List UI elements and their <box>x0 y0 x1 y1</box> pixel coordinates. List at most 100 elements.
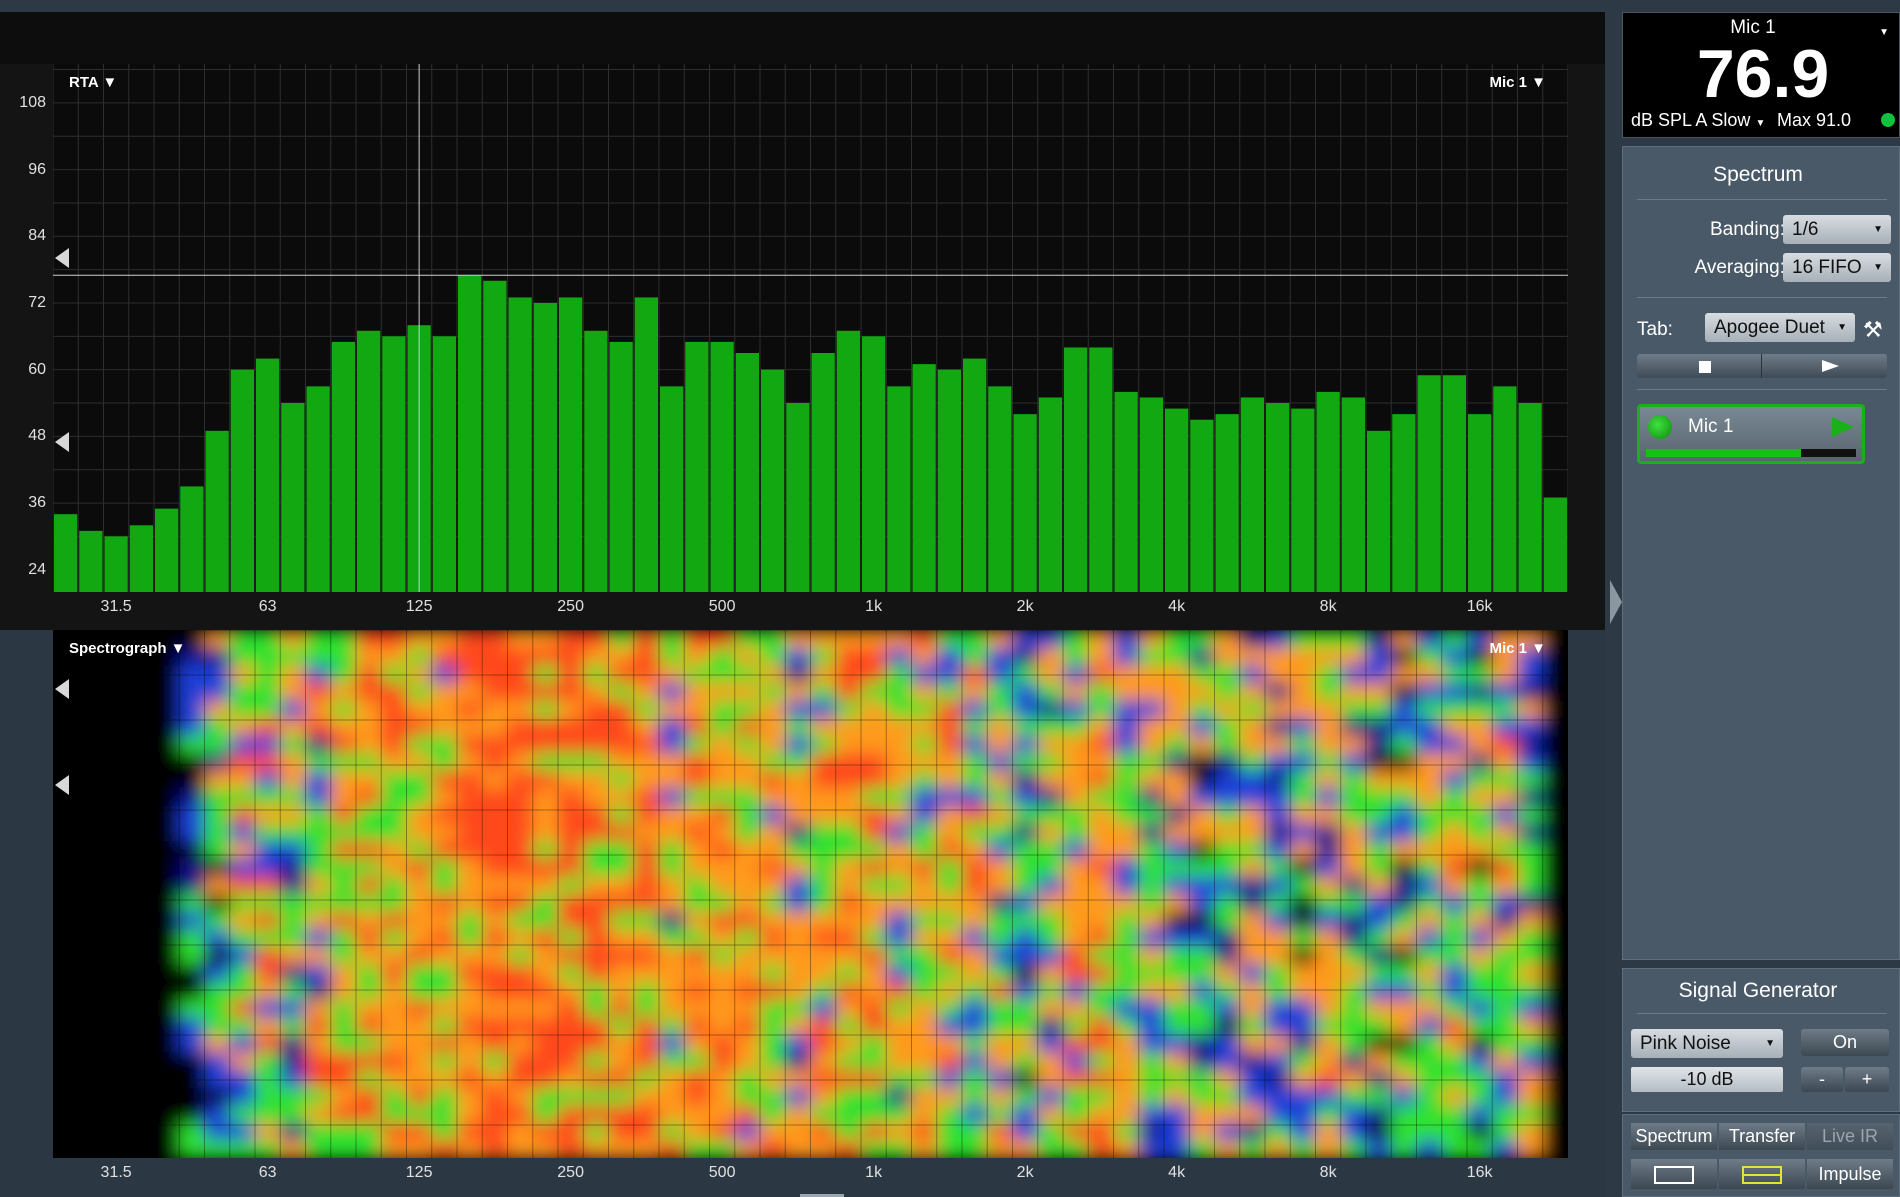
layout-split-button[interactable] <box>1719 1159 1805 1189</box>
heat-cell <box>103 982 130 1001</box>
heat-cell <box>330 999 357 1019</box>
signal-level-field[interactable]: -10 dB <box>1631 1067 1783 1092</box>
heat-cell <box>1088 682 1115 702</box>
rta-bar <box>230 369 254 592</box>
heat-cell <box>1366 788 1393 807</box>
stop-icon[interactable] <box>1699 361 1711 373</box>
heat-cell <box>810 806 837 825</box>
tools-icon[interactable]: ⚒ <box>1863 317 1883 343</box>
heat-cell <box>962 735 989 755</box>
heat-cell <box>936 1034 963 1054</box>
heat-cell <box>482 823 509 843</box>
heat-cell <box>1265 841 1292 860</box>
tab-transfer[interactable]: Transfer <box>1719 1123 1805 1150</box>
rta-title[interactable]: RTA ▼ <box>69 74 117 91</box>
heat-cell <box>1391 806 1418 825</box>
layout-single-button[interactable] <box>1631 1159 1717 1189</box>
heat-cell <box>659 788 686 807</box>
heat-cell <box>532 894 559 913</box>
play-icon[interactable] <box>1822 360 1839 372</box>
heat-cell <box>1189 1017 1216 1036</box>
heat-cell <box>1164 1140 1191 1158</box>
mic-channel-card[interactable]: Mic 1 <box>1637 404 1865 464</box>
rta-lower-marker-handle[interactable] <box>55 432 69 452</box>
heat-cell <box>532 1017 559 1036</box>
rta-upper-marker-handle[interactable] <box>55 248 69 268</box>
signal-type-select[interactable]: Pink Noise ▼ <box>1631 1029 1783 1058</box>
heat-cell <box>583 718 610 737</box>
spectrograph-lower-marker-handle[interactable] <box>55 775 69 795</box>
heat-cell <box>911 1034 938 1054</box>
heat-cell <box>532 841 559 860</box>
heat-cell <box>1315 1052 1342 1071</box>
heat-cell <box>1138 700 1165 719</box>
heat-cell <box>381 718 408 737</box>
heat-cell <box>431 982 458 1001</box>
heat-cell <box>1441 982 1468 1001</box>
signal-on-button[interactable]: On <box>1801 1029 1889 1056</box>
heat-cell <box>457 1087 484 1107</box>
heat-cell <box>1467 946 1494 966</box>
heat-cell <box>1315 876 1342 895</box>
heat-cell <box>659 718 686 737</box>
heat-cell <box>1164 911 1191 931</box>
heat-cell <box>633 841 660 860</box>
expand-panel-arrow-icon[interactable] <box>1610 580 1622 624</box>
tab-impulse[interactable]: Impulse <box>1807 1159 1893 1189</box>
x-tick-label: 2k <box>1016 598 1034 615</box>
play-arrow-icon[interactable] <box>1832 417 1854 437</box>
heat-cell <box>1164 788 1191 807</box>
heat-cell <box>431 946 458 966</box>
rta-plot-area[interactable]: RTA ▼ Mic 1 ▼ <box>52 64 1569 592</box>
heat-cell <box>280 1070 307 1089</box>
spectrograph-mic-selector[interactable]: Mic 1 ▼ <box>1489 640 1546 657</box>
heat-cell <box>431 823 458 843</box>
heat-cell <box>431 1140 458 1158</box>
tab-live-ir[interactable]: Live IR <box>1807 1123 1893 1150</box>
heat-cell <box>532 823 559 843</box>
heat-cell <box>1265 1140 1292 1158</box>
tab-select[interactable]: Apogee Duet ▼ <box>1705 313 1855 342</box>
heat-cell <box>583 700 610 719</box>
heat-cell <box>1214 718 1241 737</box>
rta-mic-selector[interactable]: Mic 1 ▼ <box>1489 74 1546 91</box>
chevron-down-icon: ▼ <box>1873 224 1883 235</box>
spl-meter[interactable]: Mic 1 ▼ 76.9 dB SPL A Slow ▼ Max 91.0 <box>1622 12 1900 138</box>
heat-cell <box>1113 682 1140 702</box>
heat-cell <box>785 1052 812 1071</box>
heat-cell <box>1063 964 1090 983</box>
heat-cell <box>78 1034 105 1054</box>
heat-cell <box>684 876 711 895</box>
heat-cell <box>78 982 105 1001</box>
banding-select[interactable]: 1/6 ▼ <box>1783 215 1891 244</box>
mic-active-led-icon[interactable] <box>1648 415 1672 439</box>
heat-cell <box>886 858 913 878</box>
spectrograph-plot-area[interactable]: Spectrograph ▼ Mic 1 ▼ <box>53 630 1568 1158</box>
meter-unit-selector[interactable]: dB SPL A Slow ▼ <box>1631 110 1765 131</box>
heat-cell <box>583 806 610 825</box>
heat-cell <box>1416 788 1443 807</box>
spectrograph-title[interactable]: Spectrograph ▼ <box>69 640 186 657</box>
level-increase-button[interactable]: + <box>1845 1067 1889 1092</box>
heat-cell <box>1315 911 1342 931</box>
heat-cell <box>760 647 787 667</box>
heat-cell <box>1517 841 1544 860</box>
heat-cell <box>1189 823 1216 843</box>
spectrograph-upper-marker-handle[interactable] <box>55 679 69 699</box>
heat-cell <box>1189 1122 1216 1142</box>
heat-cell <box>305 718 332 737</box>
heat-cell <box>1441 700 1468 719</box>
heat-cell <box>936 770 963 790</box>
tab-spectrum[interactable]: Spectrum <box>1631 1123 1717 1150</box>
heat-cell <box>1037 823 1064 843</box>
heat-cell <box>1366 700 1393 719</box>
heat-cell <box>962 964 989 983</box>
averaging-select[interactable]: 16 FIFO ▼ <box>1783 253 1891 282</box>
level-decrease-button[interactable]: - <box>1801 1067 1843 1092</box>
heat-cell <box>1239 630 1266 649</box>
heat-cell <box>154 964 181 983</box>
heat-cell <box>962 1052 989 1071</box>
heat-cell <box>1366 946 1393 966</box>
heat-cell <box>154 876 181 895</box>
heat-cell <box>1214 735 1241 755</box>
